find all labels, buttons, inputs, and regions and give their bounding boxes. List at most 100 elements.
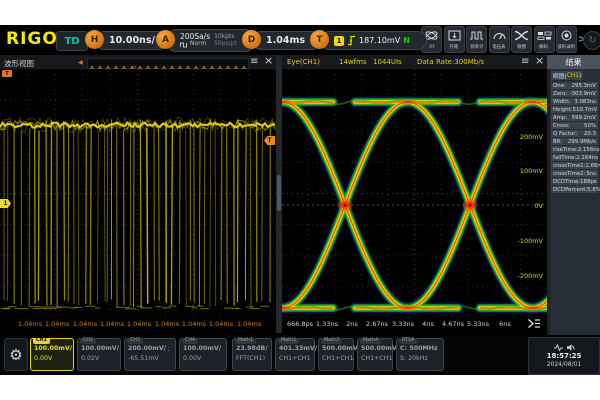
eye-menu-icon[interactable]: ≡ xyxy=(521,57,529,67)
time-axis-label: 1.04ms xyxy=(237,320,261,328)
preview-left-icon[interactable]: ◀ xyxy=(78,59,83,66)
results-tab-eye-ch1[interactable]: 眼图( CH1 ) xyxy=(551,71,583,80)
decode-icon xyxy=(537,30,552,41)
channel-offset: 0.00V xyxy=(183,355,223,362)
tool-label: XY xyxy=(429,45,435,50)
volt-axis-label: -200mV xyxy=(517,272,543,280)
channel-offset: 0.00V xyxy=(34,355,70,362)
tool-label: 波形录制 xyxy=(558,44,575,50)
eye-time-label: 2ns xyxy=(346,320,358,328)
measurement-list: One:295.3mV Zero:-303.9mV Width:3.083ns … xyxy=(551,82,598,194)
trigger-knob[interactable]: T xyxy=(310,30,329,49)
storage-icon xyxy=(447,30,462,41)
measurement-label: Amp: xyxy=(553,115,567,121)
speaker-icon xyxy=(567,344,575,351)
measurement-label: riseTime: xyxy=(553,147,578,153)
record-icon xyxy=(559,30,574,41)
clock-box[interactable]: 18:57:25 2024/08/01 xyxy=(528,337,600,375)
eye-quick-menu-icon[interactable] xyxy=(527,318,541,329)
horizontal-scale-value: 10.00ns/ xyxy=(109,35,155,46)
mode-button-td[interactable]: TD xyxy=(56,31,88,51)
eye-data-rate: Data Rate:300Mb/s xyxy=(417,58,484,66)
eye-time-label: 5.33ns xyxy=(467,320,489,328)
eye-diagram-display xyxy=(282,69,547,318)
math-box-math4[interactable]: Math4 500.00mV/ CH1+CH1 xyxy=(357,338,393,371)
channel-box-ch2[interactable]: CH2 100.00mV/ 0.02V xyxy=(77,338,121,371)
eye-time-label: 3.33ns xyxy=(392,320,414,328)
measurement-row: Q Factor: 20.3 xyxy=(551,130,598,137)
tool-button-eye-diagram[interactable]: 眼图 xyxy=(511,26,532,53)
delay-knob[interactable]: D xyxy=(242,30,261,49)
volt-axis-label: 200mV xyxy=(520,133,543,141)
measurement-value: 295.3mV xyxy=(572,83,596,89)
math-expression: CH1+CH1 xyxy=(279,355,311,362)
settings-button[interactable]: ⚙ xyxy=(4,338,28,371)
channel-box-ch3[interactable]: CH3 200.00mV/ -65.51mV xyxy=(124,338,176,371)
math-expression: FFT(CH1) xyxy=(236,355,268,362)
measurement-row: BR: 299.9Mb/s xyxy=(551,138,598,145)
math-scale: 500.00mV/ xyxy=(322,345,360,352)
channel-scale: 200.00mV/ xyxy=(128,345,166,352)
waveform-display xyxy=(0,69,276,318)
math-tab: Math2 xyxy=(278,338,299,344)
waveform-close-icon[interactable]: × xyxy=(264,56,273,66)
divider-handle[interactable] xyxy=(277,175,281,211)
volt-axis-label: 100mV xyxy=(520,167,543,175)
tool-button-record[interactable]: 波形录制 xyxy=(556,26,577,53)
measurement-label: BR: xyxy=(553,139,562,145)
channel-tab: CH3 xyxy=(127,338,143,344)
math-box-math3[interactable]: Math3 500.00mV/ CH1+CH1 xyxy=(318,338,354,371)
tool-button-decode[interactable]: 解码 xyxy=(534,26,555,53)
math-box-math1[interactable]: Math1 23.98dB/ FFT(CH1) xyxy=(232,338,272,371)
time-axis-label: 1.04ms xyxy=(182,320,206,328)
eye-close-icon[interactable]: × xyxy=(535,56,544,66)
measurement-value: 5.6% xyxy=(587,187,600,193)
waveform-menu-icon[interactable]: ≡ xyxy=(250,57,258,67)
channel-scale: 100.00mV/ xyxy=(34,345,72,352)
measurement-value: 299.9Mb/s xyxy=(568,139,596,145)
eye-wfms-count: 14wfms xyxy=(339,58,367,66)
time-axis-label: 1.04ms xyxy=(45,320,69,328)
measurement-value: 20.3 xyxy=(584,131,596,137)
frequency-counter-icon xyxy=(469,30,484,41)
eye-ui-count: 1044UIs xyxy=(373,58,402,66)
sidebar-scrollbar[interactable] xyxy=(547,69,550,335)
results-header[interactable]: 结果 xyxy=(547,55,600,69)
trigger-source-badge: 1 xyxy=(334,36,344,46)
acquire-knob[interactable]: A xyxy=(156,30,175,49)
waveform-preview-strip[interactable] xyxy=(87,58,249,69)
time-axis-label: 1.04ms xyxy=(100,320,124,328)
measurement-row: riseTime:2.156ns xyxy=(551,146,598,153)
volt-axis-label: 0V xyxy=(534,202,543,210)
delay-value: 1.04ms xyxy=(266,35,305,46)
tool-button-freq-counter[interactable]: 频率计 xyxy=(466,26,487,53)
volt-axis-label: -100mV xyxy=(517,237,543,245)
rtsa-box[interactable]: RTSA C: 500MHz S: 20kHz xyxy=(396,338,444,371)
measurement-value: 188ps xyxy=(580,179,597,185)
horizontal-knob[interactable]: H xyxy=(85,30,104,49)
math-scale: 401.33mV/ xyxy=(279,345,317,352)
results-tab-channel: CH1 xyxy=(567,73,579,79)
square-wave-icon xyxy=(180,42,188,48)
math-scale: 500.00mV/ xyxy=(361,345,399,352)
self-check-button[interactable]: ↻ xyxy=(583,31,600,50)
channel-box-ch4[interactable]: CH4 100.00mV/ 0.00V xyxy=(179,338,227,371)
trigger-display[interactable]: 1 187.10mV N xyxy=(320,31,427,50)
measurement-value: 3.083ns xyxy=(574,99,596,105)
eye-panel-header xyxy=(282,55,547,69)
gear-icon: ⚙ xyxy=(9,346,22,364)
measurement-label: Q Factor: xyxy=(553,131,577,137)
measurement-row: Zero:-303.9mV xyxy=(551,90,598,97)
eye-time-label: 4ns xyxy=(422,320,434,328)
measurement-value: -303.9mV xyxy=(570,91,596,97)
math-box-math2[interactable]: Math2 401.33mV/ CH1+CH1 xyxy=(275,338,315,371)
trigger-offscreen-flag[interactable]: T xyxy=(2,70,12,77)
tool-button-voltmeter[interactable]: 电压表 xyxy=(489,26,510,53)
measurement-value: 50% xyxy=(584,123,596,129)
clock-time: 18:57:25 xyxy=(547,352,582,360)
channel-scale: 100.00mV/ xyxy=(81,345,119,352)
channel-box-ch1[interactable]: CH1 100.00mV/ 0.00V xyxy=(30,338,74,371)
measurement-row: One:295.3mV xyxy=(551,82,598,89)
oscilloscope-screen: RIGOL TD H 10.00ns/ A 200Sa/s Norm 10kpt… xyxy=(0,25,600,375)
tool-button-storage[interactable]: 存储 xyxy=(444,26,465,53)
